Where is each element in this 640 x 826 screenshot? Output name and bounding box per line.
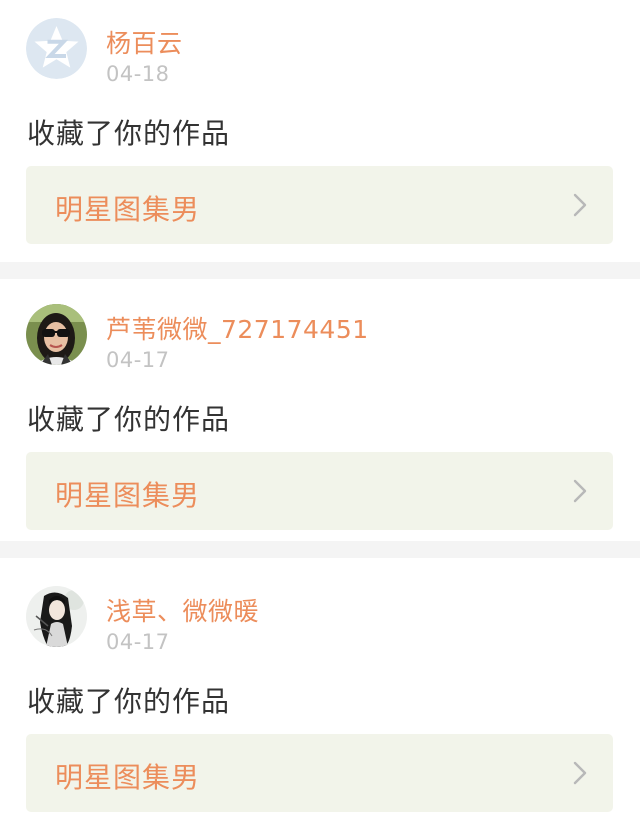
timestamp: 04-18 <box>106 62 170 86</box>
chevron-right-icon <box>573 479 587 503</box>
default-avatar-icon <box>26 18 87 79</box>
username[interactable]: 芦苇微微_727174451 <box>106 310 369 346</box>
avatar[interactable] <box>26 18 87 79</box>
notification-item: 芦苇微微_727174451 04-17 收藏了你的作品 明星图集男 <box>0 279 640 541</box>
work-link[interactable]: 明星图集男 <box>26 166 613 244</box>
timestamp: 04-17 <box>106 348 170 372</box>
work-title: 明星图集男 <box>55 761 201 794</box>
work-link[interactable]: 明星图集男 <box>26 734 613 812</box>
action-text: 收藏了你的作品 <box>27 403 231 436</box>
work-title: 明星图集男 <box>55 479 201 512</box>
chevron-right-icon <box>573 193 587 217</box>
action-text: 收藏了你的作品 <box>27 117 231 150</box>
avatar[interactable] <box>26 304 87 365</box>
work-title: 明星图集男 <box>55 193 201 226</box>
separator <box>0 541 640 558</box>
timestamp: 04-17 <box>106 630 170 654</box>
separator <box>0 262 640 279</box>
user-photo-anime <box>26 586 87 647</box>
username[interactable]: 杨百云 <box>106 24 183 60</box>
notification-item: 浅草、微微暖 04-17 收藏了你的作品 明星图集男 <box>0 558 640 826</box>
avatar[interactable] <box>26 586 87 647</box>
work-link[interactable]: 明星图集男 <box>26 452 613 530</box>
action-text: 收藏了你的作品 <box>27 685 231 718</box>
chevron-right-icon <box>573 761 587 785</box>
user-photo-sunglasses <box>26 304 87 365</box>
username[interactable]: 浅草、微微暖 <box>106 592 259 628</box>
notification-item: 杨百云 04-18 收藏了你的作品 明星图集男 <box>0 0 640 262</box>
notification-feed: 杨百云 04-18 收藏了你的作品 明星图集男 芦苇微微_727174451 0… <box>0 0 640 826</box>
